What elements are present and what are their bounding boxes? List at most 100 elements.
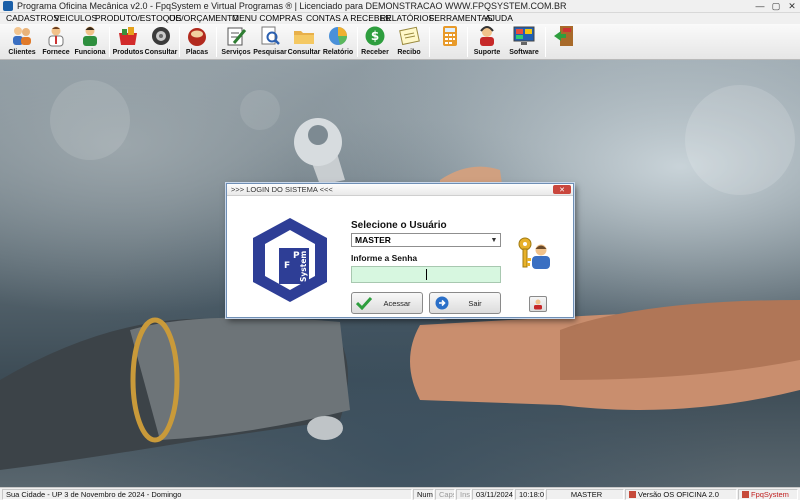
status-version-text: Versão OS OFICINA 2.0	[638, 490, 719, 499]
exit-button-label: Sair	[468, 298, 482, 308]
plates-icon	[185, 25, 209, 47]
status-bar: Sua Cidade - UP 3 de Novembro de 2024 - …	[0, 487, 800, 500]
svg-text:$: $	[371, 29, 379, 43]
toolbar-label: Recibo	[397, 49, 421, 56]
menu-compras[interactable]: MENU COMPRAS	[232, 13, 302, 24]
toolbar-label: Placas	[185, 49, 209, 56]
toolbar-relatorio-button[interactable]: Relatório	[322, 25, 354, 59]
toolbar-separator	[357, 27, 358, 57]
menu-contas-receber[interactable]: CONTAS A RECEBER	[306, 13, 391, 24]
status-brand-text: FpqSystem	[751, 490, 789, 499]
user-select-value: MASTER	[355, 235, 391, 245]
key-user-icon	[518, 237, 550, 269]
exit-button[interactable]: Sair	[429, 292, 501, 314]
title-bar: Programa Oficina Mecânica v2.0 - FpqSyst…	[0, 0, 800, 13]
toolbar-label: Software	[509, 49, 539, 56]
employee-icon	[78, 25, 102, 47]
clients-icon	[10, 25, 34, 47]
toolbar-label: Consultar	[144, 49, 178, 56]
user-lock-icon	[534, 299, 542, 310]
toolbar-label: Relatório	[322, 49, 354, 56]
password-field[interactable]	[351, 266, 501, 283]
software-icon	[512, 25, 536, 47]
toolbar-software-button[interactable]: Software	[507, 25, 541, 59]
checkmark-icon	[356, 295, 372, 311]
calendar-icon	[629, 491, 636, 498]
app-icon	[3, 1, 13, 11]
window-title: Programa Oficina Mecânica v2.0 - FpqSyst…	[17, 1, 567, 11]
toolbar-label: Serviços	[221, 49, 251, 56]
status-city-date: Sua Cidade - UP 3 de Novembro de 2024 - …	[2, 489, 412, 500]
calculator-icon	[438, 25, 462, 47]
user-lock-button[interactable]	[529, 296, 547, 312]
login-dialog: >>> LOGIN DO SISTEMA <<< ✕ P F System Se…	[226, 183, 574, 318]
brand-icon	[742, 491, 749, 498]
toolbar-suporte-button[interactable]: Suporte	[471, 25, 503, 59]
services-icon	[224, 25, 248, 47]
toolbar-clientes-button[interactable]: Clientes	[6, 25, 38, 59]
toolbar-consultar-os-button[interactable]: Consultar	[288, 25, 320, 59]
toolbar-label: Funciona	[74, 49, 106, 56]
toolbar-calculadora-button[interactable]	[436, 25, 464, 59]
money-icon: $	[363, 25, 387, 47]
logo-letter-f: F	[284, 261, 290, 271]
toolbar-produtos-button[interactable]: Produtos	[112, 25, 144, 59]
tire-icon	[149, 25, 173, 47]
supplier-icon	[44, 25, 68, 47]
status-user: MASTER	[546, 489, 624, 500]
menu-veiculos[interactable]: VEICULOS	[54, 13, 97, 24]
toolbar-consultar-estoque-button[interactable]: Consultar	[144, 25, 178, 59]
toolbar-separator	[109, 27, 110, 57]
toolbar-separator	[216, 27, 217, 57]
toolbar-pesquisar-button[interactable]: Pesquisar	[253, 25, 287, 59]
toolbar-separator	[545, 27, 546, 57]
report-icon	[326, 25, 350, 47]
toolbar-label: Fornece	[42, 49, 70, 56]
toolbar-servicos-button[interactable]: Serviços	[220, 25, 252, 59]
toolbar-label: Receber	[361, 49, 389, 56]
status-date: 03/11/2024	[472, 489, 514, 500]
toolbar-separator	[429, 27, 430, 57]
support-icon	[475, 25, 499, 47]
login-button[interactable]: Acessar	[351, 292, 423, 314]
login-close-button[interactable]: ✕	[553, 185, 571, 194]
toolbar-label: Clientes	[8, 49, 36, 56]
login-button-label: Acessar	[383, 298, 411, 308]
login-dialog-title: >>> LOGIN DO SISTEMA <<<	[231, 185, 333, 194]
toolbar-receber-button[interactable]: $ Receber	[360, 25, 390, 59]
receipt-icon	[397, 25, 421, 47]
maximize-button[interactable]: ▢	[768, 0, 784, 13]
toolbar-exit-button[interactable]	[550, 25, 578, 59]
status-version: Versão OS OFICINA 2.0	[625, 489, 737, 500]
toolbar-separator	[467, 27, 468, 57]
logo-text-system: System	[299, 251, 308, 282]
toolbar-funciona-button[interactable]: Funciona	[74, 25, 106, 59]
search-doc-icon	[258, 25, 282, 47]
menu-os-orcamento[interactable]: OS/ORÇAMENTO	[169, 13, 239, 24]
toolbar-placas-button[interactable]: Placas	[182, 25, 212, 59]
minimize-button[interactable]: —	[752, 0, 768, 13]
menu-relatorios[interactable]: RELATÓRIOS	[380, 13, 434, 24]
menu-ferramentas[interactable]: FERRAMENTAS	[429, 13, 493, 24]
menu-cadastros[interactable]: CADASTROS	[6, 13, 59, 24]
login-dialog-body: P F System Selecione o Usuário MASTER ▼ …	[227, 196, 573, 317]
chevron-down-icon[interactable]: ▼	[488, 234, 500, 246]
exit-arrow-icon	[434, 295, 450, 311]
toolbar: Clientes Fornece Funciona Produtos Consu…	[0, 24, 800, 60]
toolbar-fornece-button[interactable]: Fornece	[40, 25, 72, 59]
user-select-label: Selecione o Usuário	[351, 220, 447, 231]
status-ins: Ins	[456, 489, 471, 500]
products-icon	[116, 25, 140, 47]
menu-bar: CADASTROS VEICULOS PRODUTO/ESTOQUE OS/OR…	[0, 13, 800, 24]
toolbar-recibo-button[interactable]: Recibo	[394, 25, 424, 59]
password-label: Informe a Senha	[351, 253, 418, 263]
status-brand: FpqSystem	[738, 489, 798, 500]
status-time: 10:18:09	[515, 489, 545, 500]
menu-ajuda[interactable]: AJUDA	[485, 13, 513, 24]
user-select[interactable]: MASTER ▼	[351, 233, 501, 247]
exit-icon	[552, 25, 576, 47]
toolbar-label: Pesquisar	[253, 49, 287, 56]
close-window-button[interactable]: ✕	[784, 0, 800, 13]
fpqsystem-logo: P F System	[253, 218, 327, 302]
toolbar-label: Produtos	[112, 49, 144, 56]
